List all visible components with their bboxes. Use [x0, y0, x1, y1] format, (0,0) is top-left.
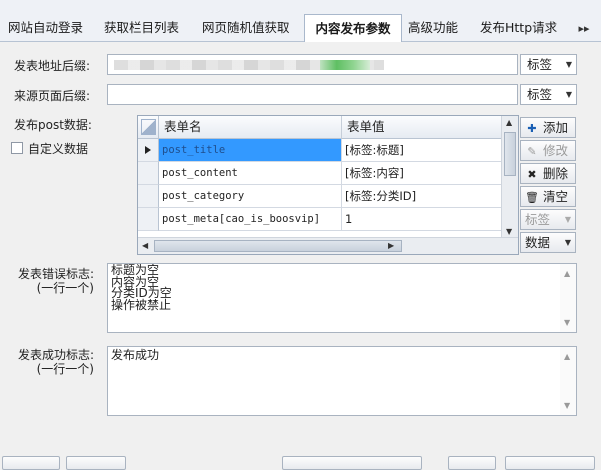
source-page-label: 来源页面后缀: — [14, 89, 91, 103]
grid-vertical-scrollbar[interactable]: ▲ ▼ — [501, 116, 518, 238]
error-flag-text: 标题为空 内容为空 分类ID为空 操作被禁止 — [111, 263, 172, 312]
row-header-current-icon[interactable] — [138, 139, 159, 162]
bottom-button-3[interactable] — [282, 456, 422, 470]
grid-cell-value[interactable]: 1 — [342, 208, 503, 231]
chevron-down-icon: ▼ — [564, 238, 571, 247]
scroll-left-icon[interactable]: ◀ — [142, 241, 148, 250]
chevron-down-icon: ▼ — [565, 90, 572, 99]
column-header-name[interactable]: 表单名 — [159, 116, 342, 139]
delete-button[interactable]: ✖ 删除 — [520, 163, 576, 184]
bottom-button-5[interactable] — [505, 456, 595, 470]
bottom-button-2[interactable] — [66, 456, 126, 470]
grid-cell-name[interactable]: post_meta[cao_is_boosvip] — [159, 208, 342, 231]
post-data-grid[interactable]: 表单名 表单值 post_title [标签:标题] post_content … — [137, 115, 519, 255]
grid-horizontal-scrollbar[interactable]: ◀ ▶ — [138, 237, 518, 254]
tab-http-request[interactable]: 发布Http请求 — [474, 16, 558, 42]
success-flag-scrollbar[interactable]: ▲ ▼ — [560, 347, 576, 415]
publish-url-tag-label: 标签 — [527, 57, 553, 72]
scroll-right-icon[interactable]: ▶ — [388, 241, 394, 250]
bottom-button-1[interactable] — [2, 456, 60, 470]
tag-dropdown-label: 标签 — [525, 212, 551, 227]
delete-button-label: 删除 — [542, 166, 568, 181]
grid-cell-value[interactable]: [标签:分类ID] — [342, 185, 503, 208]
scroll-down-icon[interactable]: ▼ — [506, 227, 512, 236]
row-header[interactable] — [138, 162, 159, 185]
chevron-down-icon: ▼ — [565, 60, 572, 69]
tab-advanced[interactable]: 高级功能 — [402, 16, 464, 42]
custom-data-label: 自定义数据 — [28, 142, 89, 156]
publish-url-tag-select[interactable]: 标签 ▼ — [520, 54, 577, 75]
edit-button[interactable]: ✎ 修改 — [520, 140, 576, 161]
scroll-up-icon[interactable]: ▲ — [564, 352, 570, 361]
success-flag-textarea[interactable]: 发布成功 ▲ ▼ — [107, 346, 577, 416]
grid-cell-name[interactable]: post_title — [159, 139, 342, 162]
data-dropdown-label: 数据 — [525, 235, 551, 250]
tag-dropdown-button[interactable]: 标签 ▼ — [520, 209, 576, 230]
post-data-label: 发布post数据: — [14, 118, 92, 132]
bottom-button-4[interactable] — [448, 456, 496, 470]
error-flag-textarea[interactable]: 标题为空 内容为空 分类ID为空 操作被禁止 ▲ ▼ — [107, 263, 577, 333]
grid-cell-value[interactable]: [标签:内容] — [342, 162, 503, 185]
grid-cell-value[interactable]: [标签:标题] — [342, 139, 503, 162]
row-header[interactable] — [138, 208, 159, 231]
source-page-tag-label: 标签 — [527, 87, 553, 102]
publish-url-label: 发表地址后缀: — [14, 59, 91, 73]
row-header[interactable] — [138, 185, 159, 208]
edit-button-label: 修改 — [542, 143, 568, 158]
tab-bar: 网站自动登录 获取栏目列表 网页随机值获取 内容发布参数 高级功能 发布Http… — [0, 0, 601, 43]
trash-icon: 🗑 — [525, 191, 539, 204]
source-page-input[interactable] — [107, 84, 518, 105]
data-dropdown-button[interactable]: 数据 ▼ — [520, 232, 576, 253]
chevron-down-icon: ▼ — [564, 215, 571, 224]
grid-cell-name[interactable]: post_category — [159, 185, 342, 208]
tab-random-value[interactable]: 网页随机值获取 — [196, 16, 294, 42]
scroll-down-icon[interactable]: ▼ — [564, 401, 570, 410]
redacted-url-highlight — [320, 60, 370, 70]
error-flag-hint: (一行一个) — [36, 281, 94, 295]
clear-button[interactable]: 🗑 清空 — [520, 186, 576, 207]
source-page-tag-select[interactable]: 标签 ▼ — [520, 84, 577, 105]
grid-vscroll-thumb[interactable] — [504, 132, 516, 176]
tab-scroll-right-icon[interactable]: ▸▸ — [572, 18, 596, 40]
pencil-icon: ✎ — [527, 145, 537, 158]
grid-cell-name[interactable]: post_content — [159, 162, 342, 185]
add-button[interactable]: ✚ 添加 — [520, 117, 576, 138]
add-button-label: 添加 — [542, 120, 568, 135]
publish-url-input[interactable] — [107, 54, 518, 75]
delete-x-icon: ✖ — [527, 168, 537, 181]
scroll-up-icon[interactable]: ▲ — [564, 269, 570, 278]
error-flag-scrollbar[interactable]: ▲ ▼ — [560, 264, 576, 332]
clear-button-label: 清空 — [542, 189, 568, 204]
success-flag-hint: (一行一个) — [36, 362, 94, 376]
tab-site-login[interactable]: 网站自动登录 — [2, 16, 88, 42]
scroll-down-icon[interactable]: ▼ — [564, 318, 570, 327]
plus-icon: ✚ — [527, 122, 537, 135]
custom-data-checkbox[interactable] — [11, 142, 23, 154]
column-header-value[interactable]: 表单值 — [342, 116, 503, 139]
tab-publish-params[interactable]: 内容发布参数 — [304, 14, 402, 43]
scroll-up-icon[interactable]: ▲ — [506, 118, 512, 127]
grid-hscroll-thumb[interactable] — [154, 240, 402, 252]
success-flag-text: 发布成功 — [111, 348, 160, 362]
tab-category-list[interactable]: 获取栏目列表 — [98, 16, 184, 42]
grid-corner-icon — [138, 116, 159, 139]
